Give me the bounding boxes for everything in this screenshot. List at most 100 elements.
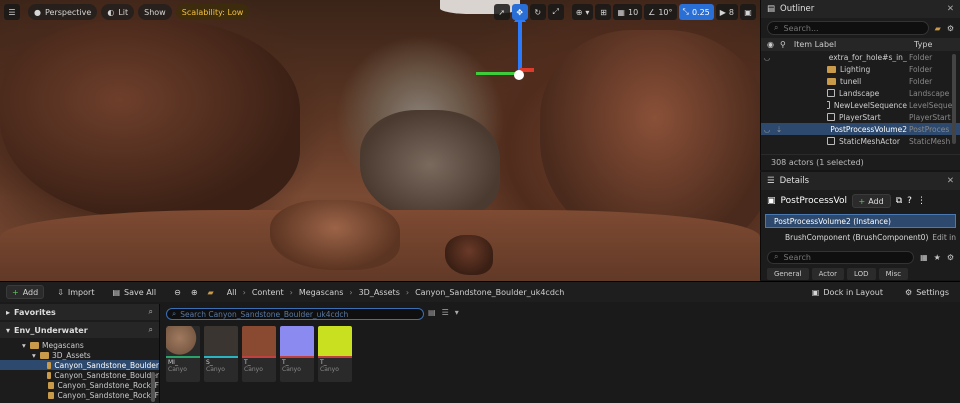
camera-speed-button[interactable]: ▶ 8: [715, 4, 738, 20]
details-tab-actor[interactable]: Actor: [811, 268, 845, 280]
grid-icon: ▦: [617, 7, 625, 17]
gizmo-z-axis[interactable]: [518, 18, 522, 74]
breadcrumb-separator-icon[interactable]: ›: [406, 288, 409, 297]
outliner-row[interactable]: PlayerStart PlayerStart: [761, 111, 960, 123]
world-local-button[interactable]: ⊕ ▾: [571, 4, 594, 20]
asset-tile[interactable]: T_ Canyo: [242, 326, 276, 382]
close-icon[interactable]: ✕: [947, 176, 954, 186]
tree-scrollbar[interactable]: [151, 372, 155, 402]
search-icon[interactable]: ⌕: [149, 325, 153, 335]
viewport-menu-button[interactable]: ☰: [4, 4, 20, 20]
folder-tree-item[interactable]: Canyon_Sandstone_Rock_F: [0, 390, 159, 400]
select-mode-button[interactable]: ➚: [493, 4, 510, 20]
outliner-icon: ▤: [767, 4, 776, 14]
dock-in-layout-button[interactable]: ▣ Dock in Layout: [807, 285, 888, 299]
column-type[interactable]: Type: [914, 40, 960, 49]
gear-icon: ⚙: [905, 287, 913, 297]
asset-tile[interactable]: MI_ Canyo: [166, 326, 200, 382]
outliner-row[interactable]: ▸LightingFolder: [761, 63, 960, 75]
details-search-input[interactable]: ⌕ Search: [767, 250, 915, 264]
folder-tree-item[interactable]: Canyon_Sandstone_Boulder: [0, 360, 159, 370]
details-tab-lod[interactable]: LOD: [847, 268, 876, 280]
add-button[interactable]: + Add: [6, 285, 45, 299]
chevron-down-icon[interactable]: ▾: [455, 308, 459, 317]
import-button[interactable]: ⇩ Import: [52, 285, 99, 299]
history-back-button[interactable]: ⊖: [169, 285, 186, 299]
breadcrumb-item[interactable]: 3D_Assets: [359, 288, 400, 297]
folder-button[interactable]: ▰: [203, 285, 219, 299]
save-all-button[interactable]: ▤ Save All: [107, 285, 161, 299]
viewport-layout-button[interactable]: ▣: [740, 4, 756, 20]
gear-icon[interactable]: ⚙: [947, 253, 954, 262]
outliner-row[interactable]: ▸tunellFolder: [761, 75, 960, 87]
folder-tree-item[interactable]: Canyon_Sandstone_Boulder: [0, 370, 159, 380]
visibility-toggle-icon[interactable]: ◡: [761, 53, 773, 62]
pin-toggle-icon[interactable]: ⇣: [773, 125, 785, 134]
component-row[interactable]: BrushComponent (BrushComponent0) Edit in: [761, 230, 960, 244]
asset-tile[interactable]: S_ Canyo: [204, 326, 238, 382]
breadcrumb-separator-icon[interactable]: ›: [243, 288, 246, 297]
gear-icon[interactable]: ⚙: [947, 24, 954, 33]
rotate-mode-button[interactable]: ↻: [529, 4, 546, 20]
asset-tile[interactable]: T_ Canyo: [280, 326, 314, 382]
breadcrumb-separator-icon[interactable]: ›: [349, 288, 352, 297]
save-search-icon[interactable]: ▤: [428, 308, 436, 317]
component-instance-row[interactable]: PostProcessVolume2 (Instance): [765, 214, 956, 228]
folder-tree-item[interactable]: ▾ 3D_Assets: [0, 350, 159, 360]
outliner-tab[interactable]: ▤ Outliner ✕: [761, 0, 960, 18]
details-tab-misc[interactable]: Misc: [878, 268, 909, 280]
history-forward-button[interactable]: ⊕: [186, 285, 203, 299]
breadcrumb-item[interactable]: Content: [252, 288, 284, 297]
outliner-search-input[interactable]: ⌕ Search...: [767, 21, 929, 35]
more-icon[interactable]: ⋮: [917, 196, 926, 206]
breadcrumb-item[interactable]: Megascans: [299, 288, 344, 297]
gizmo-pivot[interactable]: [514, 70, 524, 80]
show-button[interactable]: Show: [138, 4, 172, 20]
lit-button[interactable]: ◐ Lit: [101, 4, 135, 20]
visibility-icon[interactable]: ◉: [767, 40, 774, 49]
add-folder-icon[interactable]: ▰: [935, 24, 941, 33]
settings-button[interactable]: ⚙ Settings: [900, 285, 954, 299]
outliner-row[interactable]: ▸LandscapeLandscape: [761, 87, 960, 99]
surface-snap-button[interactable]: ⊞: [595, 4, 612, 20]
level-viewport[interactable]: ☰ ● Perspective ◐ Lit Show Scalability: …: [0, 0, 760, 281]
pin-icon[interactable]: ⚲: [780, 40, 786, 49]
asset-thumbnail: [204, 326, 238, 356]
project-header[interactable]: ▾ Env_Underwater ⌕: [0, 322, 159, 338]
details-tab[interactable]: ☰ Details ✕: [761, 172, 960, 190]
grid-snap-button[interactable]: ▦ 10: [613, 4, 643, 20]
scale-mode-button[interactable]: ⤢: [547, 4, 564, 20]
chevron-down-icon[interactable]: ▾: [32, 351, 37, 360]
column-item-label[interactable]: Item Label: [794, 40, 836, 49]
scalability-button[interactable]: Scalability: Low: [175, 4, 250, 20]
outliner-row[interactable]: StaticMeshActor StaticMesh: [761, 135, 960, 147]
outliner-scrollbar[interactable]: [952, 54, 956, 144]
translate-mode-button[interactable]: ✥: [511, 4, 528, 20]
asset-search-input[interactable]: ⌕ Search Canyon_Sandstone_Boulder_uk4cdc…: [166, 308, 424, 320]
breadcrumb-item[interactable]: Canyon_Sandstone_Boulder_uk4cdch: [415, 288, 564, 297]
edit-in-link[interactable]: Edit in: [932, 233, 956, 242]
folder-tree-item[interactable]: ▾ Megascans: [0, 340, 159, 350]
chevron-down-icon[interactable]: ▾: [22, 341, 27, 350]
perspective-button[interactable]: ● Perspective: [28, 4, 98, 20]
add-component-button[interactable]: + Add: [851, 194, 891, 208]
help-icon[interactable]: ?: [907, 196, 912, 206]
close-icon[interactable]: ✕: [947, 4, 954, 14]
table-view-icon[interactable]: ▦: [920, 253, 928, 262]
blueprint-icon[interactable]: ⧉: [896, 196, 902, 206]
breadcrumb-item[interactable]: All: [227, 288, 237, 297]
search-icon[interactable]: ⌕: [149, 307, 153, 317]
outliner-row[interactable]: ◡ ▸extra_for_hole#s_in_erFolder: [761, 51, 960, 63]
details-tab-general[interactable]: General: [767, 268, 809, 280]
favorites-header[interactable]: ▸ Favorites ⌕: [0, 304, 159, 320]
visibility-toggle-icon[interactable]: ◡: [761, 125, 773, 134]
folder-tree-item[interactable]: Canyon_Sandstone_Rock_F: [0, 380, 159, 390]
outliner-row[interactable]: ◡ ⇣ PostProcessVolume2 PostProces: [761, 123, 960, 135]
star-icon[interactable]: ★: [934, 253, 941, 262]
filter-icon[interactable]: ☰: [442, 308, 449, 317]
scale-snap-button[interactable]: ⤡ 0.25: [678, 4, 714, 20]
asset-tile[interactable]: T_ Canyo: [318, 326, 352, 382]
breadcrumb-separator-icon[interactable]: ›: [290, 288, 293, 297]
rotation-snap-button[interactable]: ∠ 10°: [644, 4, 677, 20]
outliner-row[interactable]: NewLevelSequence LevelSeque: [761, 99, 960, 111]
